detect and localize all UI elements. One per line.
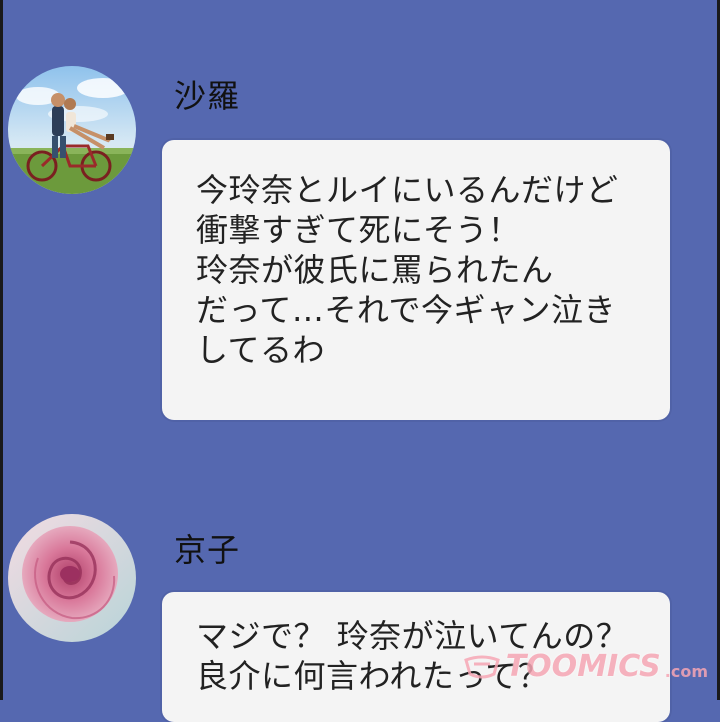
message-text-sara: 今玲奈とルイにいるんだけど 衝撃すぎて死にそう！ 玲奈が彼氏に罵られたん だって… [196, 171, 619, 369]
watermark-brand: TOOMICS [505, 649, 661, 684]
sender-avatar-kyoko[interactable] [8, 514, 136, 642]
left-frame-border [0, 0, 3, 700]
watermark-domain: .com [664, 662, 708, 681]
sender-name-sara: 沙羅 [174, 77, 241, 115]
sender-name-kyoko: 京子 [174, 531, 241, 569]
couple-on-bicycle-icon [8, 66, 136, 194]
pink-rose-icon [8, 514, 136, 642]
toomics-watermark: TOOMICS .com [462, 649, 708, 684]
sender-avatar-sara[interactable] [8, 66, 136, 194]
toomics-logo-icon [463, 655, 500, 678]
